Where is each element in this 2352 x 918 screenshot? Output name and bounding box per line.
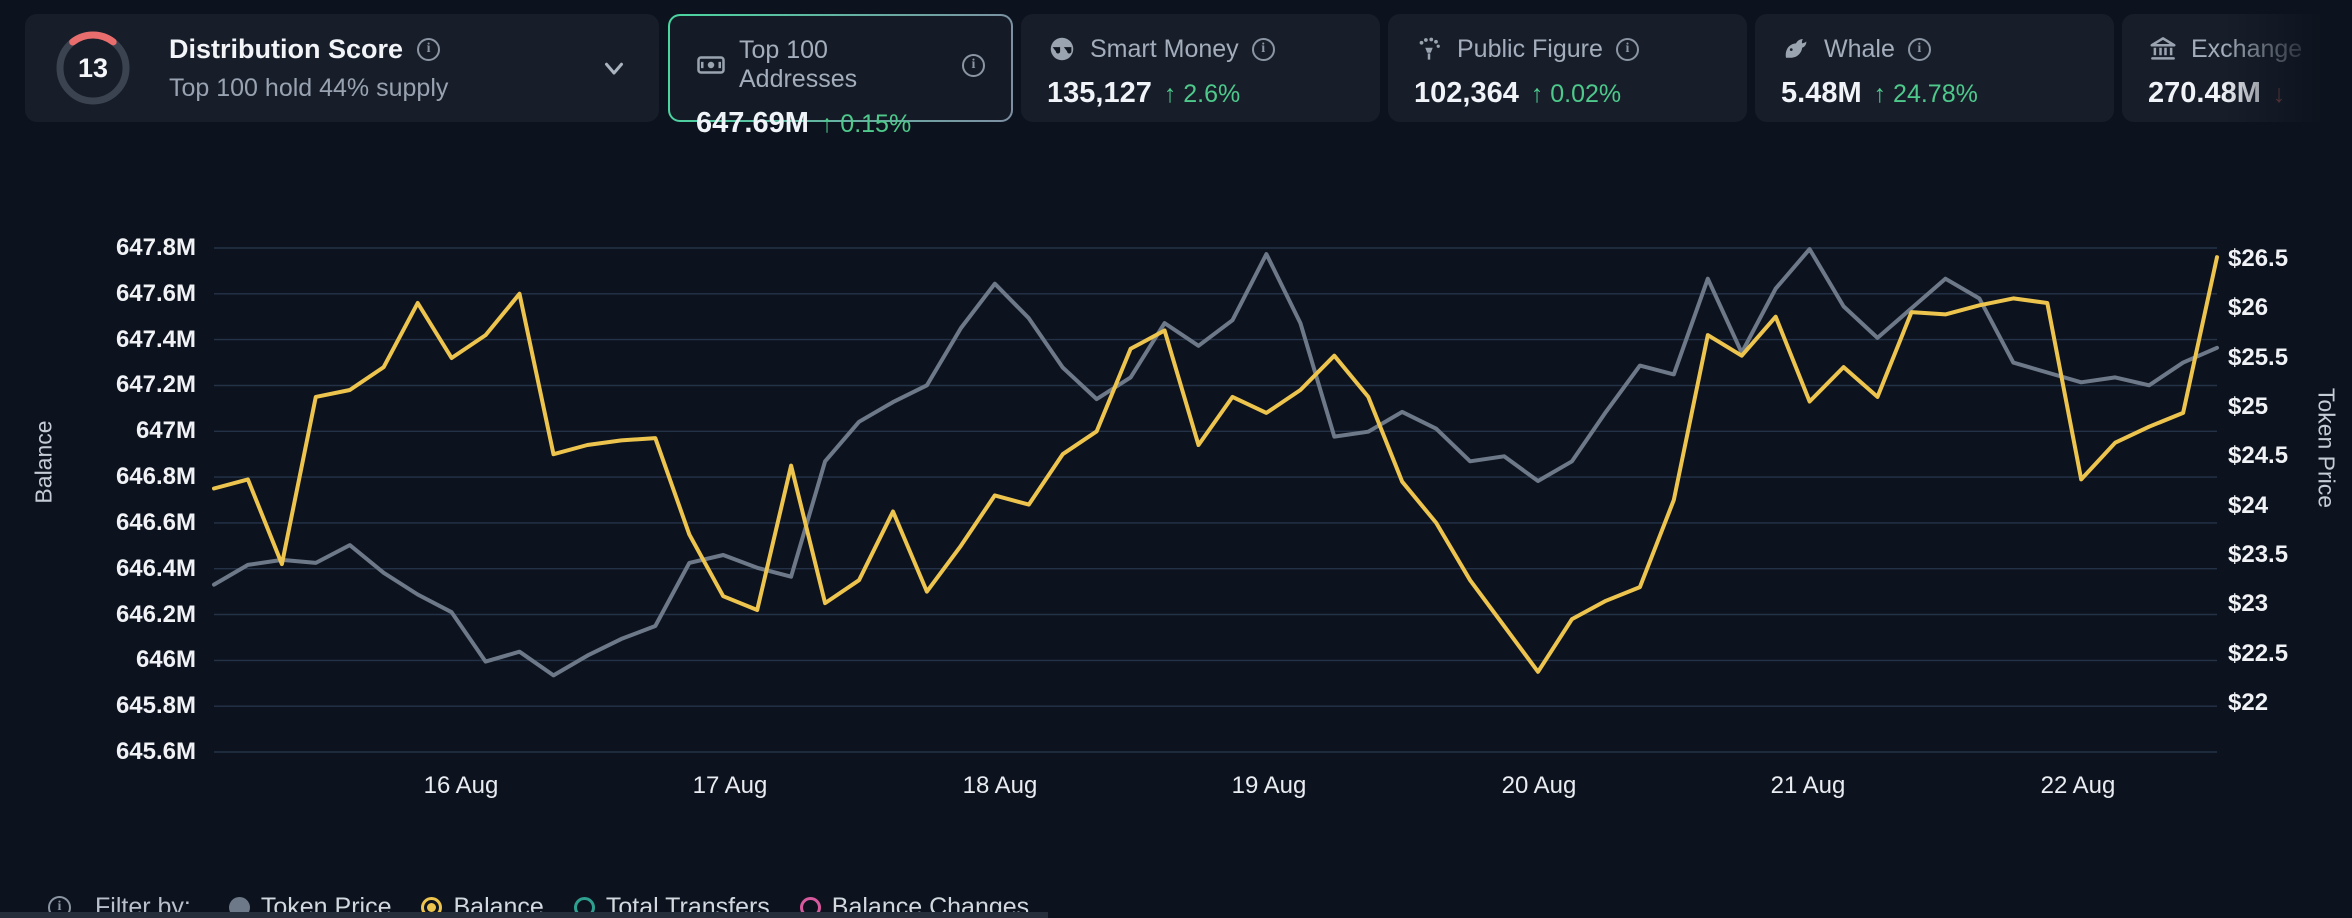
balance-axis-title: Balance (31, 420, 58, 503)
stat-value: 5.48M (1781, 77, 1862, 110)
money-icon (696, 50, 726, 80)
x-axis-tick: 21 Aug (1771, 772, 1846, 800)
stat-change: ↑ 2.6% (1164, 80, 1240, 109)
x-axis-tick: 18 Aug (963, 772, 1038, 800)
info-icon[interactable]: i (1908, 38, 1931, 61)
bottom-panel-edge (0, 912, 1048, 918)
stat-value: 102,364 (1414, 77, 1519, 110)
x-axis-tick: 19 Aug (1232, 772, 1307, 800)
left-axis-tick: 647.2M (46, 372, 196, 398)
stat-card-exchange[interactable]: Exchange 270.48M ↓ (2122, 14, 2352, 122)
distribution-score-gauge: 13 (55, 30, 131, 106)
smart-money-icon (1047, 34, 1077, 64)
stats-cards-row: 13 Distribution Score i Top 100 hold 44%… (0, 0, 2352, 135)
right-axis-tick: $24 (2228, 493, 2268, 519)
stat-label: Public Figure (1457, 35, 1603, 64)
stat-value: 270.48M (2148, 77, 2261, 110)
stat-change: ↑ 0.02% (1531, 80, 1621, 109)
stat-label: Whale (1824, 35, 1895, 64)
left-axis-tick: 645.6M (46, 739, 196, 765)
left-axis-tick: 647.4M (46, 327, 196, 353)
distribution-score-card[interactable]: 13 Distribution Score i Top 100 hold 44%… (25, 14, 659, 122)
x-axis-tick: 16 Aug (424, 772, 499, 800)
left-axis-tick: 647.6M (46, 281, 196, 307)
right-axis-tick: $22.5 (2228, 641, 2288, 667)
stat-label: Smart Money (1090, 35, 1239, 64)
public-figure-icon (1414, 34, 1444, 64)
stat-card-whale[interactable]: Whale i 5.48M ↑ 24.78% (1755, 14, 2114, 122)
chart-gridlines (214, 248, 2217, 752)
right-axis-tick: $26 (2228, 295, 2268, 321)
right-axis-tick: $26.5 (2228, 246, 2288, 272)
right-axis-tick: $24.5 (2228, 443, 2288, 469)
stat-card-smart-money[interactable]: Smart Money i 135,127 ↑ 2.6% (1021, 14, 1380, 122)
x-axis-tick: 22 Aug (2041, 772, 2116, 800)
bank-icon (2148, 34, 2178, 64)
stat-change: ↑ 0.15% (821, 110, 911, 139)
token-price-axis-title: Token Price (2313, 388, 2340, 508)
stat-change: ↓ (2273, 80, 2286, 109)
stat-change: ↑ 24.78% (1874, 80, 1978, 109)
distribution-score-title: Distribution Score (169, 34, 403, 65)
info-icon[interactable]: i (962, 54, 985, 77)
left-axis-tick: 646.8M (46, 464, 196, 490)
x-axis-tick: 17 Aug (693, 772, 768, 800)
left-axis-tick: 646M (46, 647, 196, 673)
left-axis-tick: 647.8M (46, 235, 196, 261)
distribution-score-subtitle: Top 100 hold 44% supply (169, 74, 448, 103)
stat-label: Top 100 Addresses (739, 36, 949, 94)
info-icon[interactable]: i (417, 38, 440, 61)
left-axis-tick: 646.6M (46, 510, 196, 536)
right-axis-tick: $25.5 (2228, 345, 2288, 371)
stat-card-public-figure[interactable]: Public Figure i 102,364 ↑ 0.02% (1388, 14, 1747, 122)
stat-card-top-100-addresses[interactable]: Top 100 Addresses i 647.69M ↑ 0.15% (668, 14, 1013, 122)
chevron-down-icon[interactable] (599, 53, 629, 83)
left-axis-tick: 647M (46, 418, 196, 444)
whale-icon (1781, 34, 1811, 64)
right-axis-tick: $25 (2228, 394, 2268, 420)
right-axis-tick: $23 (2228, 591, 2268, 617)
left-axis-tick: 645.8M (46, 693, 196, 719)
stat-label: Exchange (2191, 35, 2302, 64)
info-icon[interactable]: i (1616, 38, 1639, 61)
balance-line[interactable] (214, 257, 2217, 672)
right-axis-tick: $22 (2228, 690, 2268, 716)
stat-value: 647.69M (696, 107, 809, 140)
x-axis-tick: 20 Aug (1502, 772, 1577, 800)
balance-price-chart[interactable] (0, 0, 2352, 918)
left-axis-tick: 646.2M (46, 602, 196, 628)
info-icon[interactable]: i (1252, 38, 1275, 61)
stat-value: 135,127 (1047, 77, 1152, 110)
left-axis-tick: 646.4M (46, 556, 196, 582)
right-axis-tick: $23.5 (2228, 542, 2288, 568)
distribution-score-value: 13 (55, 30, 131, 106)
